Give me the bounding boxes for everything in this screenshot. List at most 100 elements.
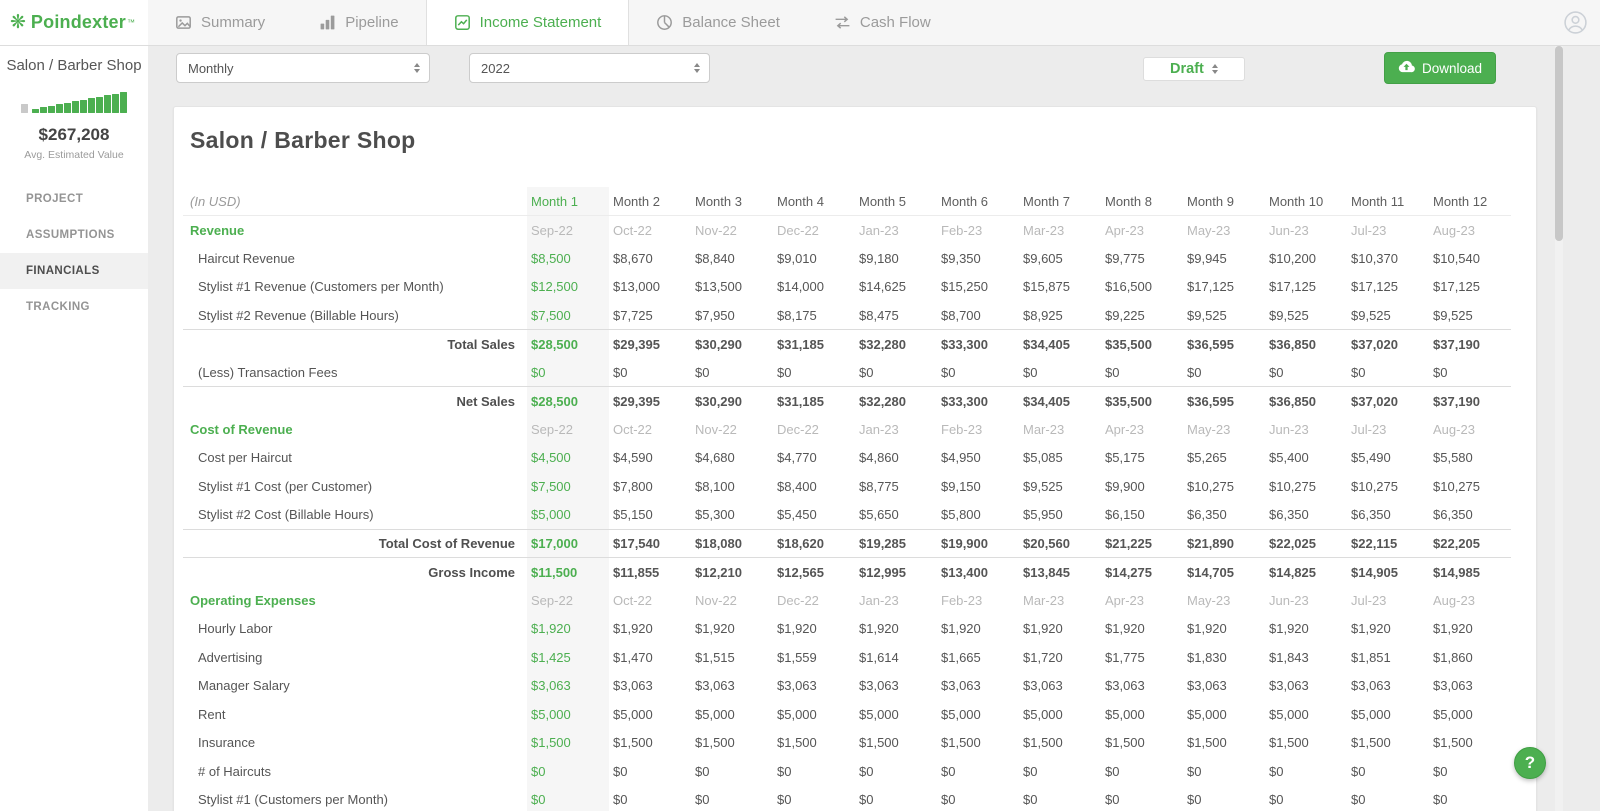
value-cell: $1,500: [1187, 735, 1227, 751]
chart-bar: [72, 101, 79, 113]
value-cell: $36,595: [1183, 329, 1265, 358]
value-cell: $1,500: [1433, 735, 1473, 751]
tab-cash-flow[interactable]: Cash Flow: [807, 0, 958, 45]
value-cell: $1,830: [1187, 649, 1227, 665]
chart-bar: [96, 97, 103, 113]
value-cell: $21,890: [1183, 528, 1265, 558]
column-header: Month 7: [1019, 187, 1101, 216]
value-cell: $34,405: [1019, 386, 1101, 415]
value-cell: $0: [695, 792, 710, 808]
value-cell: $10,275: [1351, 478, 1398, 494]
chart-bar: [104, 95, 111, 113]
question-mark-icon: ?: [1524, 753, 1536, 772]
value-cell: $0: [1023, 364, 1038, 380]
date-cell: Oct-22: [613, 421, 653, 437]
sidebar-item-assumptions[interactable]: ASSUMPTIONS: [0, 217, 148, 253]
chart-bar: [80, 100, 87, 113]
value-cell: $0: [1105, 364, 1120, 380]
value-cell: $17,000: [527, 528, 609, 558]
value-cell: $37,020: [1347, 329, 1429, 358]
column-header: Month 1: [527, 187, 609, 216]
value-cell: $12,565: [773, 557, 855, 586]
value-cell: $17,125: [1433, 279, 1480, 295]
value-cell: $37,190: [1429, 329, 1511, 358]
logo[interactable]: ❋ Poindexter ™: [0, 0, 148, 45]
select-arrows-icon: [694, 63, 700, 73]
item-row: Cost per Haircut $4,500 $4,590 $4,680 $4,770…: [183, 443, 1511, 472]
tab-label: Income Statement: [479, 14, 602, 31]
tab-summary[interactable]: Summary: [148, 0, 292, 45]
tab-balance-sheet[interactable]: Balance Sheet: [629, 0, 807, 45]
column-header: Month 10: [1265, 187, 1347, 216]
date-cell: Jan-23: [859, 222, 899, 238]
user-menu-button[interactable]: [1563, 10, 1588, 40]
item-row: Stylist #2 Revenue (Billable Hours) $7,50…: [183, 301, 1511, 330]
value-cell: $1,920: [941, 621, 981, 637]
tab-income-statement[interactable]: Income Statement: [425, 0, 630, 45]
status-select[interactable]: Draft: [1142, 57, 1245, 81]
sidebar-item-financials[interactable]: FINANCIALS: [0, 253, 148, 289]
chart-bar: [120, 92, 127, 113]
value-cell: $17,125: [1187, 279, 1234, 295]
date-cell: Sep-22: [527, 215, 609, 244]
chart-bar: [56, 104, 63, 113]
tab-label: Summary: [201, 14, 266, 31]
income-statement-table: (In USD) Month 1 Month 2 Month 3 Month 4 Mont…: [183, 187, 1511, 811]
value-cell: $7,800: [613, 478, 653, 494]
value-cell: $3,063: [859, 678, 899, 694]
value-cell: $1,860: [1433, 649, 1473, 665]
value-cell: $0: [1187, 364, 1202, 380]
download-button[interactable]: Download: [1383, 52, 1496, 84]
item-row: Stylist #1 (Customers per Month) $0 $0 $0 $0…: [183, 785, 1511, 811]
tab-label: Pipeline: [345, 14, 399, 31]
sidebar-item-tracking[interactable]: TRACKING: [0, 289, 148, 325]
value-cell: $8,100: [695, 478, 735, 494]
value-cell: $3,063: [777, 678, 817, 694]
value-cell: $5,000: [1433, 706, 1473, 722]
value-cell: $5,000: [1187, 706, 1227, 722]
value-cell: $0: [527, 358, 609, 387]
value-cell: $3,063: [941, 678, 981, 694]
value-cell: $32,280: [855, 386, 937, 415]
value-cell: $1,920: [695, 621, 735, 637]
value-cell: $8,500: [527, 244, 609, 273]
value-cell: $3,063: [1023, 678, 1063, 694]
item-row: Rent $5,000 $5,000 $5,000 $5,000 $5,000 $5,000…: [183, 700, 1511, 729]
value-cell: $5,650: [859, 507, 899, 522]
value-cell: $8,775: [859, 478, 899, 494]
value-cell: $1,500: [1351, 735, 1391, 751]
value-cell: $8,925: [1023, 307, 1063, 323]
sidebar-item-project[interactable]: PROJECT: [0, 181, 148, 217]
value-cell: $5,450: [777, 507, 817, 522]
value-cell: $8,670: [613, 250, 653, 266]
date-cell: Mar-23: [1023, 222, 1065, 238]
value-cell: $1,920: [1269, 621, 1309, 637]
value-cell: $3,063: [1105, 678, 1145, 694]
value-cell: $6,350: [1433, 507, 1473, 522]
tab-pipeline[interactable]: Pipeline: [292, 0, 425, 45]
vertical-scrollbar-thumb[interactable]: [1555, 46, 1563, 241]
value-cell: $14,625: [859, 279, 906, 295]
brand-name: Poindexter: [30, 12, 126, 32]
date-cell: Dec-22: [777, 592, 819, 608]
value-cell: $37,020: [1347, 386, 1429, 415]
row-label: Stylist #2 Revenue (Billable Hours): [198, 307, 399, 323]
value-cell: $5,400: [1269, 450, 1309, 466]
chart-bar: [88, 98, 95, 113]
total-row: Total Cost of Revenue $17,000 $17,540 $18,0…: [183, 528, 1511, 558]
select-arrows-icon: [414, 63, 420, 73]
year-select[interactable]: 2022: [469, 53, 710, 83]
total-row: Gross Income $11,500 $11,855 $12,210 $12,565…: [183, 557, 1511, 586]
help-button[interactable]: ?: [1514, 747, 1546, 779]
pipeline-icon: [319, 14, 336, 31]
value-cell: $5,175: [1105, 450, 1145, 466]
value-cell: $5,150: [613, 507, 653, 522]
value-cell: $1,775: [1105, 649, 1145, 665]
period-select[interactable]: Monthly: [176, 53, 430, 83]
value-cell: $16,500: [1105, 279, 1152, 295]
row-label: Advertising: [198, 649, 263, 665]
column-header: Month 11: [1347, 187, 1429, 216]
sidebar-project-name: Salon / Barber Shop: [6, 57, 142, 74]
value-cell: $6,350: [1187, 507, 1227, 522]
value-cell: $10,370: [1351, 250, 1398, 266]
